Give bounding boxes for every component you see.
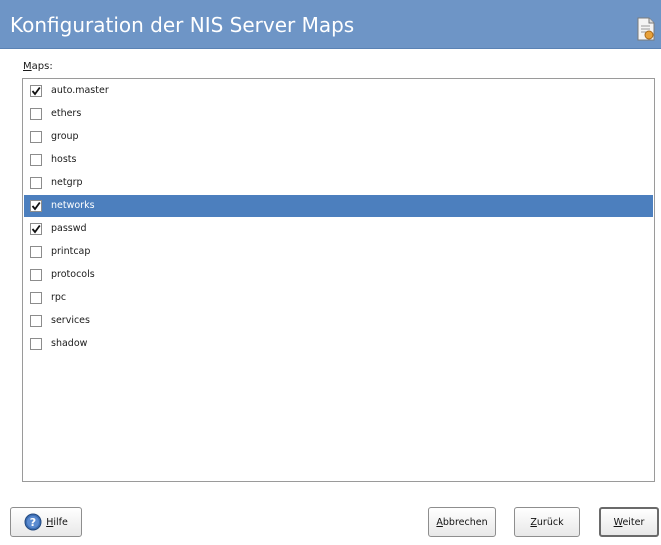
map-checkbox[interactable] xyxy=(30,246,42,258)
next-button[interactable]: Weiter xyxy=(599,507,659,537)
next-button-label: Weiter xyxy=(613,516,645,528)
map-checkbox[interactable] xyxy=(30,292,42,304)
cancel-button-label: Abbrechen xyxy=(436,516,488,528)
list-item[interactable]: rpc xyxy=(24,287,653,309)
map-checkbox[interactable] xyxy=(30,154,42,166)
maps-list[interactable]: auto.master ethers group hosts netgrp network… xyxy=(22,78,655,482)
list-item[interactable]: hosts xyxy=(24,149,653,171)
map-checkbox[interactable] xyxy=(30,177,42,189)
back-button-label: Zurück xyxy=(530,516,564,528)
checkmark-icon xyxy=(31,224,41,234)
map-name: passwd xyxy=(51,223,87,234)
help-button[interactable]: ? Hilfe xyxy=(10,507,82,537)
maps-label: Maps: xyxy=(23,61,53,72)
checkmark-icon xyxy=(31,201,41,211)
map-name: shadow xyxy=(51,338,88,349)
config-document-icon xyxy=(636,17,656,41)
map-checkbox[interactable] xyxy=(30,223,42,235)
map-name: services xyxy=(51,315,90,326)
list-item[interactable]: auto.master xyxy=(24,80,653,102)
help-button-label: Hilfe xyxy=(46,516,68,528)
map-name: rpc xyxy=(51,292,67,303)
list-item[interactable]: shadow xyxy=(24,333,653,355)
map-name: printcap xyxy=(51,246,91,257)
help-icon: ? xyxy=(24,513,42,531)
list-item[interactable]: printcap xyxy=(24,241,653,263)
map-checkbox[interactable] xyxy=(30,131,42,143)
checkmark-icon xyxy=(31,86,41,96)
map-name: auto.master xyxy=(51,85,109,96)
map-name: ethers xyxy=(51,108,82,119)
map-checkbox[interactable] xyxy=(30,269,42,281)
map-checkbox[interactable] xyxy=(30,85,42,97)
list-item[interactable]: services xyxy=(24,310,653,332)
back-button[interactable]: Zurück xyxy=(514,507,580,537)
map-checkbox[interactable] xyxy=(30,108,42,120)
map-name: networks xyxy=(51,200,95,211)
map-name: netgrp xyxy=(51,177,83,188)
list-item[interactable]: networks xyxy=(24,195,653,217)
map-name: hosts xyxy=(51,154,77,165)
dialog-title: Konfiguration der NIS Server Maps xyxy=(10,13,355,37)
map-checkbox[interactable] xyxy=(30,315,42,327)
list-item[interactable]: group xyxy=(24,126,653,148)
map-checkbox[interactable] xyxy=(30,200,42,212)
list-item[interactable]: passwd xyxy=(24,218,653,240)
list-item[interactable]: netgrp xyxy=(24,172,653,194)
list-item[interactable]: protocols xyxy=(24,264,653,286)
map-name: group xyxy=(51,131,79,142)
list-item[interactable]: ethers xyxy=(24,103,653,125)
dialog-header: Konfiguration der NIS Server Maps xyxy=(0,0,661,49)
map-name: protocols xyxy=(51,269,95,280)
svg-text:?: ? xyxy=(30,516,36,529)
cancel-button[interactable]: Abbrechen xyxy=(428,507,496,537)
map-checkbox[interactable] xyxy=(30,338,42,350)
